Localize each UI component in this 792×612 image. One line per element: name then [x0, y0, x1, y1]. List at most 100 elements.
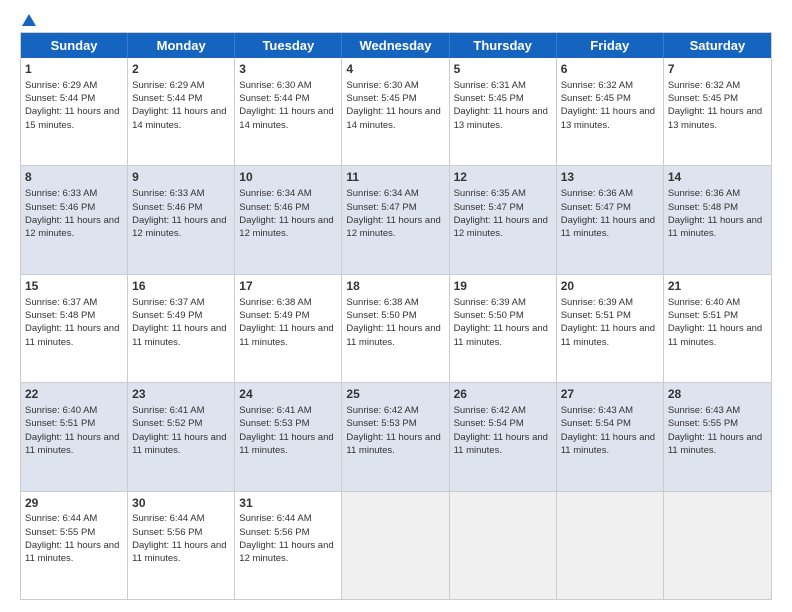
day-info: Sunrise: 6:43 AM Sunset: 5:54 PM Dayligh…: [561, 405, 658, 456]
day-number: 4: [346, 61, 444, 78]
day-number: 7: [668, 61, 767, 78]
day-number: 29: [25, 495, 123, 512]
day-info: Sunrise: 6:44 AM Sunset: 5:56 PM Dayligh…: [239, 513, 336, 564]
header-day-saturday: Saturday: [664, 33, 771, 58]
day-number: 28: [668, 386, 767, 403]
day-info: Sunrise: 6:43 AM Sunset: 5:55 PM Dayligh…: [668, 405, 765, 456]
cal-cell: [664, 492, 771, 599]
calendar-row-1: 1 Sunrise: 6:29 AM Sunset: 5:44 PM Daylig…: [21, 58, 771, 165]
page: SundayMondayTuesdayWednesdayThursdayFrid…: [0, 0, 792, 612]
day-info: Sunrise: 6:36 AM Sunset: 5:48 PM Dayligh…: [668, 188, 765, 239]
cal-cell: 17 Sunrise: 6:38 AM Sunset: 5:49 PM Dayli…: [235, 275, 342, 382]
day-number: 5: [454, 61, 552, 78]
day-number: 6: [561, 61, 659, 78]
header-day-wednesday: Wednesday: [342, 33, 449, 58]
day-info: Sunrise: 6:44 AM Sunset: 5:56 PM Dayligh…: [132, 513, 229, 564]
day-number: 3: [239, 61, 337, 78]
day-number: 15: [25, 278, 123, 295]
day-number: 16: [132, 278, 230, 295]
cal-cell: 19 Sunrise: 6:39 AM Sunset: 5:50 PM Dayli…: [450, 275, 557, 382]
day-info: Sunrise: 6:29 AM Sunset: 5:44 PM Dayligh…: [132, 80, 229, 131]
cal-cell: [450, 492, 557, 599]
day-info: Sunrise: 6:33 AM Sunset: 5:46 PM Dayligh…: [132, 188, 229, 239]
calendar-row-2: 8 Sunrise: 6:33 AM Sunset: 5:46 PM Daylig…: [21, 165, 771, 273]
cal-cell: 1 Sunrise: 6:29 AM Sunset: 5:44 PM Daylig…: [21, 58, 128, 165]
day-info: Sunrise: 6:39 AM Sunset: 5:51 PM Dayligh…: [561, 297, 658, 348]
header-day-monday: Monday: [128, 33, 235, 58]
day-info: Sunrise: 6:40 AM Sunset: 5:51 PM Dayligh…: [25, 405, 122, 456]
cal-cell: 18 Sunrise: 6:38 AM Sunset: 5:50 PM Dayli…: [342, 275, 449, 382]
day-info: Sunrise: 6:34 AM Sunset: 5:47 PM Dayligh…: [346, 188, 443, 239]
day-info: Sunrise: 6:41 AM Sunset: 5:53 PM Dayligh…: [239, 405, 336, 456]
day-number: 11: [346, 169, 444, 186]
day-number: 14: [668, 169, 767, 186]
calendar-header: SundayMondayTuesdayWednesdayThursdayFrid…: [21, 33, 771, 58]
day-number: 22: [25, 386, 123, 403]
cal-cell: 5 Sunrise: 6:31 AM Sunset: 5:45 PM Daylig…: [450, 58, 557, 165]
day-number: 1: [25, 61, 123, 78]
day-info: Sunrise: 6:38 AM Sunset: 5:49 PM Dayligh…: [239, 297, 336, 348]
calendar-row-5: 29Sunrise: 6:44 AM Sunset: 5:55 PM Dayli…: [21, 491, 771, 599]
day-info: Sunrise: 6:34 AM Sunset: 5:46 PM Dayligh…: [239, 188, 336, 239]
cal-cell: 23Sunrise: 6:41 AM Sunset: 5:52 PM Dayli…: [128, 383, 235, 490]
logo-text: [20, 18, 36, 26]
day-number: 26: [454, 386, 552, 403]
cal-cell: 8Sunrise: 6:33 AM Sunset: 5:46 PM Daylig…: [21, 166, 128, 273]
cal-cell: 7 Sunrise: 6:32 AM Sunset: 5:45 PM Daylig…: [664, 58, 771, 165]
cal-cell: 20 Sunrise: 6:39 AM Sunset: 5:51 PM Dayli…: [557, 275, 664, 382]
cal-cell: 28 Sunrise: 6:43 AM Sunset: 5:55 PM Dayli…: [664, 383, 771, 490]
header: [20, 18, 772, 26]
cal-cell: 21Sunrise: 6:40 AM Sunset: 5:51 PM Dayli…: [664, 275, 771, 382]
cal-cell: [342, 492, 449, 599]
calendar-row-4: 22 Sunrise: 6:40 AM Sunset: 5:51 PM Dayli…: [21, 382, 771, 490]
cal-cell: 9 Sunrise: 6:33 AM Sunset: 5:46 PM Daylig…: [128, 166, 235, 273]
cal-cell: 25Sunrise: 6:42 AM Sunset: 5:53 PM Dayli…: [342, 383, 449, 490]
day-number: 9: [132, 169, 230, 186]
day-info: Sunrise: 6:30 AM Sunset: 5:44 PM Dayligh…: [239, 80, 336, 131]
day-info: Sunrise: 6:31 AM Sunset: 5:45 PM Dayligh…: [454, 80, 551, 131]
cal-cell: 15 Sunrise: 6:37 AM Sunset: 5:48 PM Dayli…: [21, 275, 128, 382]
day-number: 13: [561, 169, 659, 186]
day-number: 24: [239, 386, 337, 403]
day-number: 21: [668, 278, 767, 295]
day-info: Sunrise: 6:38 AM Sunset: 5:50 PM Dayligh…: [346, 297, 443, 348]
day-number: 19: [454, 278, 552, 295]
day-info: Sunrise: 6:37 AM Sunset: 5:48 PM Dayligh…: [25, 297, 122, 348]
cal-cell: [557, 492, 664, 599]
day-info: Sunrise: 6:36 AM Sunset: 5:47 PM Dayligh…: [561, 188, 658, 239]
header-day-friday: Friday: [557, 33, 664, 58]
cal-cell: 13 Sunrise: 6:36 AM Sunset: 5:47 PM Dayli…: [557, 166, 664, 273]
cal-cell: 22 Sunrise: 6:40 AM Sunset: 5:51 PM Dayli…: [21, 383, 128, 490]
cal-cell: 6 Sunrise: 6:32 AM Sunset: 5:45 PM Daylig…: [557, 58, 664, 165]
header-day-tuesday: Tuesday: [235, 33, 342, 58]
cal-cell: 16 Sunrise: 6:37 AM Sunset: 5:49 PM Dayli…: [128, 275, 235, 382]
day-info: Sunrise: 6:29 AM Sunset: 5:44 PM Dayligh…: [25, 80, 122, 131]
cal-cell: 27 Sunrise: 6:43 AM Sunset: 5:54 PM Dayli…: [557, 383, 664, 490]
day-number: 23: [132, 386, 230, 403]
cal-cell: 4 Sunrise: 6:30 AM Sunset: 5:45 PM Daylig…: [342, 58, 449, 165]
day-number: 17: [239, 278, 337, 295]
day-info: Sunrise: 6:42 AM Sunset: 5:54 PM Dayligh…: [454, 405, 551, 456]
day-info: Sunrise: 6:32 AM Sunset: 5:45 PM Dayligh…: [561, 80, 658, 131]
day-number: 8: [25, 169, 123, 186]
day-number: 20: [561, 278, 659, 295]
day-number: 25: [346, 386, 444, 403]
day-info: Sunrise: 6:32 AM Sunset: 5:45 PM Dayligh…: [668, 80, 765, 131]
day-info: Sunrise: 6:30 AM Sunset: 5:45 PM Dayligh…: [346, 80, 443, 131]
logo: [20, 18, 36, 26]
calendar: SundayMondayTuesdayWednesdayThursdayFrid…: [20, 32, 772, 600]
logo-triangle-icon: [22, 14, 36, 26]
day-number: 10: [239, 169, 337, 186]
header-day-sunday: Sunday: [21, 33, 128, 58]
day-number: 27: [561, 386, 659, 403]
header-day-thursday: Thursday: [450, 33, 557, 58]
day-number: 12: [454, 169, 552, 186]
day-number: 18: [346, 278, 444, 295]
day-info: Sunrise: 6:39 AM Sunset: 5:50 PM Dayligh…: [454, 297, 551, 348]
cal-cell: 11 Sunrise: 6:34 AM Sunset: 5:47 PM Dayli…: [342, 166, 449, 273]
cal-cell: 26 Sunrise: 6:42 AM Sunset: 5:54 PM Dayli…: [450, 383, 557, 490]
cal-cell: 14 Sunrise: 6:36 AM Sunset: 5:48 PM Dayli…: [664, 166, 771, 273]
day-info: Sunrise: 6:44 AM Sunset: 5:55 PM Dayligh…: [25, 513, 122, 564]
day-info: Sunrise: 6:37 AM Sunset: 5:49 PM Dayligh…: [132, 297, 229, 348]
calendar-row-3: 15 Sunrise: 6:37 AM Sunset: 5:48 PM Dayli…: [21, 274, 771, 382]
